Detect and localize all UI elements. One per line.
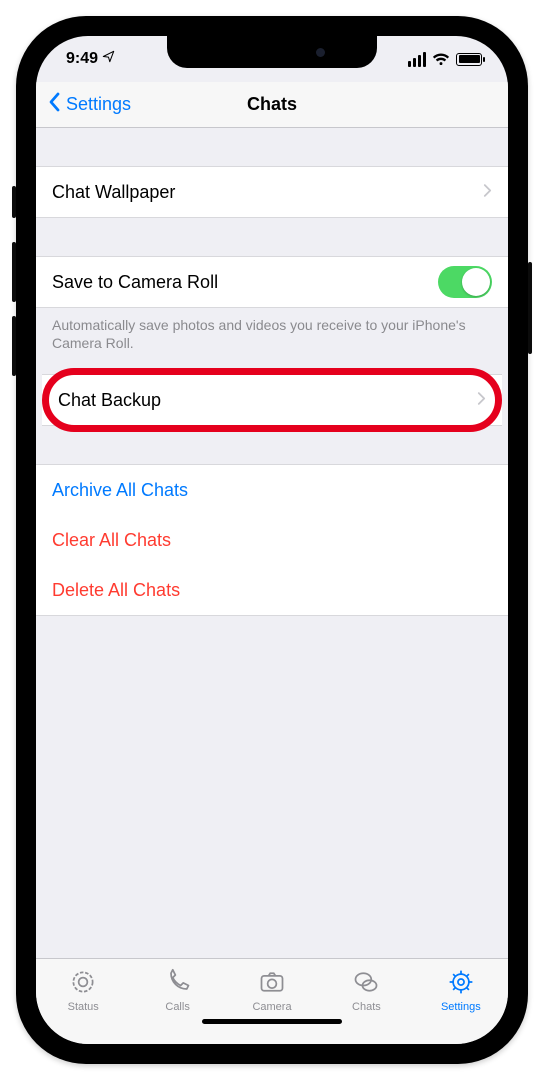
tab-calls-label: Calls	[165, 1001, 189, 1013]
tab-chats-label: Chats	[352, 1001, 381, 1013]
archive-all-label: Archive All Chats	[52, 480, 492, 501]
tab-settings-label: Settings	[441, 1001, 481, 1013]
battery-icon	[456, 53, 482, 66]
back-label: Settings	[66, 94, 131, 115]
chevron-right-icon	[477, 390, 486, 411]
tab-settings[interactable]: Settings	[414, 959, 508, 1022]
back-button[interactable]: Settings	[48, 92, 131, 117]
status-time-text: 9:49	[66, 50, 98, 68]
clear-all-cell[interactable]: Clear All Chats	[36, 515, 508, 565]
location-arrow-icon	[102, 50, 115, 68]
chevron-right-icon	[483, 182, 492, 203]
save-camera-roll-note: Automatically save photos and videos you…	[36, 308, 508, 352]
clear-all-label: Clear All Chats	[52, 530, 492, 551]
archive-all-cell[interactable]: Archive All Chats	[36, 465, 508, 515]
status-icon	[68, 968, 98, 999]
chat-wallpaper-cell[interactable]: Chat Wallpaper	[36, 167, 508, 217]
tab-calls[interactable]: Calls	[130, 959, 224, 1022]
cell-signal-icon	[408, 52, 426, 67]
chat-backup-label: Chat Backup	[58, 390, 477, 411]
phone-icon	[163, 968, 193, 999]
tab-status-label: Status	[68, 1001, 99, 1013]
chat-backup-cell[interactable]: Chat Backup	[42, 375, 502, 425]
chat-wallpaper-label: Chat Wallpaper	[52, 182, 483, 203]
home-indicator[interactable]	[202, 1019, 342, 1024]
wifi-icon	[432, 52, 450, 66]
nav-bar: Settings Chats	[36, 82, 508, 128]
delete-all-label: Delete All Chats	[52, 580, 492, 601]
tab-status[interactable]: Status	[36, 959, 130, 1022]
tab-camera[interactable]: Camera	[225, 959, 319, 1022]
tab-bar: Status Calls Camera	[36, 958, 508, 1044]
gear-icon	[446, 968, 476, 999]
save-camera-roll-toggle[interactable]	[438, 266, 492, 298]
device-notch	[167, 36, 377, 68]
save-camera-roll-label: Save to Camera Roll	[52, 272, 438, 293]
status-time: 9:49	[66, 50, 115, 68]
camera-icon	[257, 968, 287, 999]
save-camera-roll-cell[interactable]: Save to Camera Roll	[36, 257, 508, 307]
content-area: Chat Wallpaper Save to Camera Roll Autom…	[36, 128, 508, 958]
tab-chats[interactable]: Chats	[319, 959, 413, 1022]
chevron-left-icon	[48, 92, 62, 117]
chats-icon	[351, 968, 381, 999]
delete-all-cell[interactable]: Delete All Chats	[36, 565, 508, 615]
tab-camera-label: Camera	[252, 1001, 291, 1013]
